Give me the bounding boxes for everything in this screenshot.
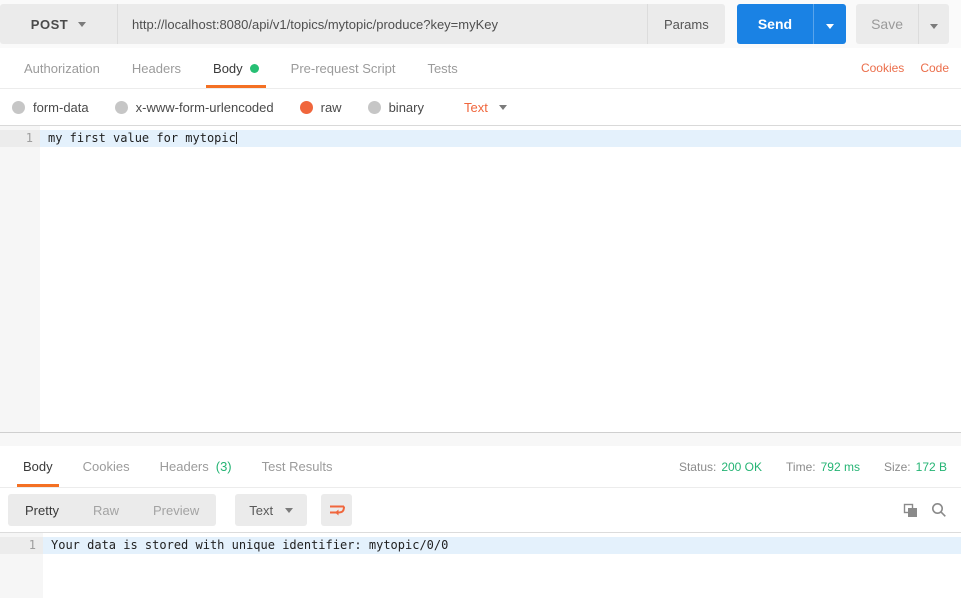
line-number-gutter: 1 bbox=[0, 126, 40, 432]
status-value: 200 OK bbox=[721, 459, 763, 474]
text-cursor bbox=[235, 132, 237, 144]
code-line: Your data is stored with unique identifi… bbox=[43, 537, 961, 554]
search-icon bbox=[932, 503, 946, 517]
status-meta: Status: 200 OK bbox=[679, 460, 762, 474]
body-type-row: form-data x-www-form-urlencoded raw bina… bbox=[0, 89, 961, 125]
body-format-dropdown[interactable]: Text bbox=[464, 100, 507, 115]
response-header: Body Cookies Headers (3) Test Results St… bbox=[0, 446, 961, 488]
headers-count-badge: (3) bbox=[215, 459, 232, 474]
chevron-down-icon bbox=[285, 507, 294, 513]
request-bar: POST Params Send Save bbox=[0, 0, 961, 48]
tab-label: Body bbox=[213, 60, 243, 76]
response-tab-test-results[interactable]: Test Results bbox=[247, 446, 348, 487]
size-meta: Size: 172 B bbox=[884, 460, 947, 474]
request-body-content[interactable]: my first value for mytopic bbox=[40, 126, 961, 432]
code-line: my first value for mytopic bbox=[40, 130, 961, 147]
code-link[interactable]: Code bbox=[920, 61, 949, 75]
radio-label: binary bbox=[388, 99, 424, 115]
time-label: Time: bbox=[786, 459, 816, 474]
tab-label: Headers bbox=[131, 60, 182, 76]
copy-icon bbox=[903, 503, 917, 517]
chevron-down-icon bbox=[930, 23, 938, 29]
code-text: Your data is stored with unique identifi… bbox=[51, 538, 449, 552]
wrap-text-button[interactable] bbox=[321, 494, 353, 526]
code-text: my first value for mytopic bbox=[48, 131, 236, 145]
chevron-down-icon bbox=[78, 21, 87, 27]
tab-label: Cookies bbox=[82, 459, 130, 474]
send-options-button[interactable] bbox=[813, 4, 847, 44]
view-preview-button[interactable]: Preview bbox=[136, 494, 216, 526]
tab-headers[interactable]: Headers bbox=[116, 48, 197, 88]
radio-label: x-www-form-urlencoded bbox=[135, 99, 274, 115]
cookies-link[interactable]: Cookies bbox=[861, 61, 904, 75]
response-tab-cookies[interactable]: Cookies bbox=[68, 446, 145, 487]
wrap-text-icon bbox=[329, 505, 345, 516]
send-split-button: Send bbox=[736, 4, 847, 44]
response-format-dropdown[interactable]: Text bbox=[235, 494, 308, 526]
chevron-down-icon bbox=[498, 104, 507, 110]
response-body-editor[interactable]: 1 Your data is stored with unique identi… bbox=[0, 532, 961, 598]
time-meta: Time: 792 ms bbox=[786, 460, 860, 474]
params-button[interactable]: Params bbox=[646, 4, 725, 44]
response-tool-icons bbox=[903, 502, 947, 518]
radio-icon bbox=[12, 100, 25, 114]
format-label: Text bbox=[464, 99, 488, 115]
url-group: POST Params bbox=[0, 4, 725, 44]
method-label: POST bbox=[30, 16, 69, 32]
request-body-editor[interactable]: 1 my first value for mytopic bbox=[0, 125, 961, 433]
radio-x-www-form-urlencoded[interactable]: x-www-form-urlencoded bbox=[114, 99, 274, 115]
radio-label: raw bbox=[320, 99, 342, 115]
size-value: 172 B bbox=[915, 459, 947, 474]
response-tab-headers[interactable]: Headers (3) bbox=[145, 446, 247, 487]
response-toolbar: Pretty Raw Preview Text bbox=[0, 488, 961, 532]
green-dot-icon bbox=[249, 63, 259, 73]
tab-label: Headers bbox=[159, 459, 209, 474]
save-button[interactable]: Save bbox=[856, 4, 918, 44]
view-pretty-button[interactable]: Pretty bbox=[8, 494, 76, 526]
request-links: Cookies Code bbox=[861, 48, 949, 88]
save-options-button[interactable] bbox=[918, 4, 949, 44]
search-button[interactable] bbox=[931, 502, 947, 518]
send-button[interactable]: Send bbox=[736, 4, 814, 44]
tab-authorization[interactable]: Authorization bbox=[8, 48, 116, 88]
radio-selected-icon bbox=[299, 100, 313, 114]
response-body-content: Your data is stored with unique identifi… bbox=[43, 533, 961, 598]
save-split-button: Save bbox=[856, 4, 949, 44]
status-label: Status: bbox=[678, 459, 717, 474]
chevron-down-icon bbox=[826, 23, 835, 29]
view-raw-button[interactable]: Raw bbox=[76, 494, 136, 526]
radio-icon bbox=[114, 100, 128, 114]
radio-icon bbox=[367, 100, 381, 114]
tab-pre-request-script[interactable]: Pre-request Script bbox=[275, 48, 412, 88]
radio-label: form-data bbox=[33, 99, 89, 115]
format-label: Text bbox=[249, 502, 274, 518]
line-number: 1 bbox=[0, 130, 40, 147]
line-number: 1 bbox=[0, 537, 43, 554]
radio-raw[interactable]: raw bbox=[299, 99, 342, 115]
response-meta: Status: 200 OK Time: 792 ms Size: 172 B bbox=[679, 446, 947, 487]
response-tab-body[interactable]: Body bbox=[8, 446, 68, 487]
tab-label: Pre-request Script bbox=[290, 60, 396, 76]
response-view-switch: Pretty Raw Preview bbox=[8, 494, 217, 526]
size-label: Size: bbox=[883, 459, 911, 474]
request-tabs: Authorization Headers Body Pre-request S… bbox=[0, 48, 961, 89]
line-number-gutter: 1 bbox=[0, 533, 43, 598]
url-input[interactable] bbox=[118, 4, 647, 44]
method-dropdown[interactable]: POST bbox=[0, 4, 118, 44]
tab-label: Body bbox=[23, 459, 53, 474]
tab-tests[interactable]: Tests bbox=[411, 48, 473, 88]
tab-label: Authorization bbox=[24, 60, 100, 76]
time-value: 792 ms bbox=[820, 459, 860, 474]
radio-binary[interactable]: binary bbox=[367, 99, 424, 115]
radio-form-data[interactable]: form-data bbox=[12, 100, 89, 115]
tab-label: Tests bbox=[427, 60, 458, 76]
copy-button[interactable] bbox=[903, 503, 918, 518]
tab-body[interactable]: Body bbox=[197, 48, 275, 88]
section-divider bbox=[0, 433, 961, 446]
tab-label: Test Results bbox=[261, 459, 333, 474]
